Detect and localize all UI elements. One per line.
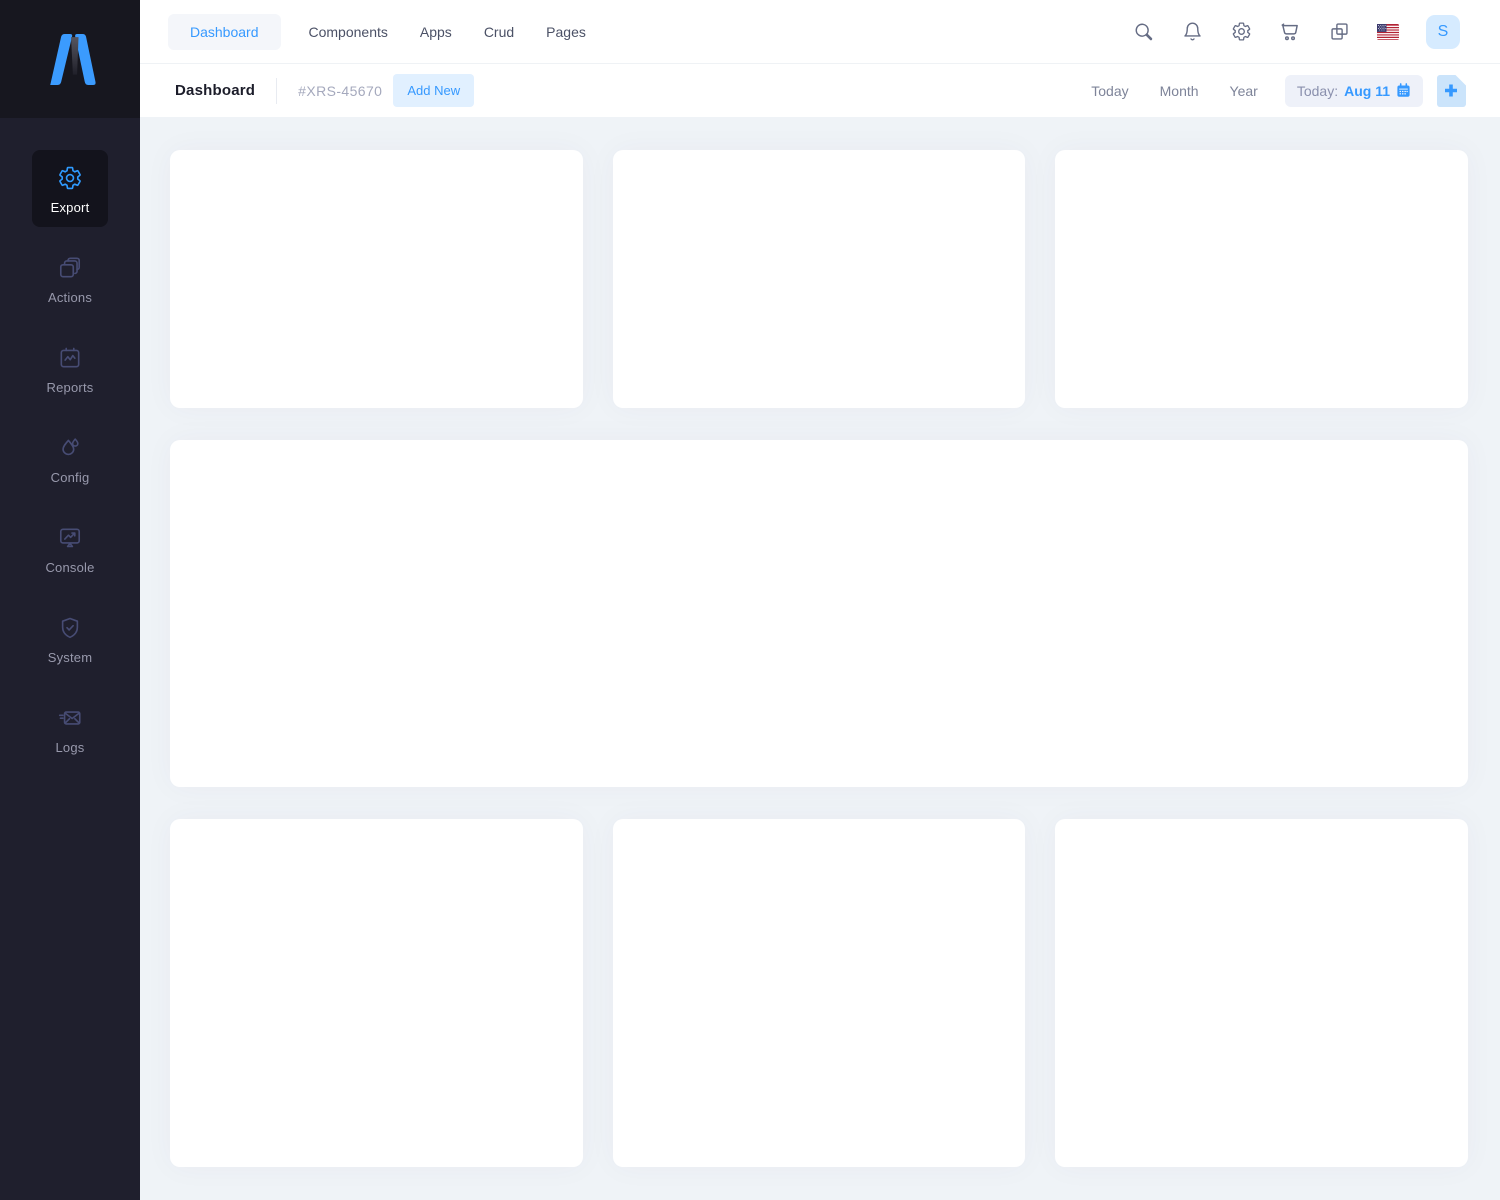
divider <box>276 78 277 104</box>
tab-components[interactable]: Components <box>305 14 392 50</box>
m-mark-logo <box>38 33 102 85</box>
sidebar-item-reports[interactable]: Reports <box>32 330 108 407</box>
sidebar-item-system[interactable]: System <box>32 600 108 677</box>
layers-copy-icon <box>57 254 84 281</box>
us-flag-icon[interactable] <box>1377 24 1399 40</box>
card <box>1055 819 1468 1167</box>
droplets-icon <box>57 434 84 461</box>
bottom-cards-row <box>170 819 1468 1167</box>
period-year[interactable]: Year <box>1230 83 1258 99</box>
tab-dashboard[interactable]: Dashboard <box>168 14 281 50</box>
sidebar-item-label: Config <box>51 470 90 485</box>
sidebar-item-actions[interactable]: Actions <box>32 240 108 317</box>
sidebar-item-console[interactable]: Console <box>32 510 108 587</box>
sidebar-item-logs[interactable]: Logs <box>32 690 108 767</box>
dashboard-content <box>140 117 1500 1200</box>
date-prefix-label: Today: <box>1297 83 1338 99</box>
sidebar-menu: Export Actions Reports <box>0 118 140 767</box>
chart-box-icon <box>57 344 84 371</box>
reference-code: #XRS-45670 <box>298 83 382 99</box>
card <box>1055 150 1468 408</box>
sidebar-item-export[interactable]: Export <box>32 150 108 227</box>
sidebar: Export Actions Reports <box>0 0 140 1200</box>
gear-icon[interactable] <box>1230 21 1252 43</box>
top-cards-row <box>170 150 1468 408</box>
sidebar-item-label: Actions <box>48 290 92 305</box>
card <box>170 819 583 1167</box>
main-nav-tabs: Dashboard Components Apps Crud Pages <box>168 14 590 50</box>
period-filter: Today Month Year <box>1091 83 1258 99</box>
sidebar-item-config[interactable]: Config <box>32 420 108 497</box>
bell-icon[interactable] <box>1181 21 1203 43</box>
sidebar-item-label: System <box>48 650 93 665</box>
calendar-icon <box>1396 83 1411 98</box>
send-mail-icon <box>57 704 84 731</box>
add-new-button[interactable]: Add New <box>393 74 474 107</box>
sidebar-item-label: Export <box>51 200 90 215</box>
user-avatar[interactable]: S <box>1426 15 1460 49</box>
card <box>613 819 1026 1167</box>
copy-windows-icon[interactable] <box>1328 21 1350 43</box>
date-picker-button[interactable]: Today: Aug 11 <box>1285 75 1423 107</box>
logo[interactable] <box>0 0 140 118</box>
cart-icon[interactable] <box>1279 21 1301 43</box>
tab-crud[interactable]: Crud <box>480 14 518 50</box>
sidebar-item-label: Logs <box>56 740 85 755</box>
sidebar-item-label: Console <box>45 560 94 575</box>
selected-date: Aug 11 <box>1344 83 1390 99</box>
shield-check-icon <box>57 614 84 641</box>
search-icon[interactable] <box>1132 21 1154 43</box>
card <box>170 150 583 408</box>
gear-icon <box>57 164 84 191</box>
card <box>613 150 1026 408</box>
page-toolbar: Dashboard #XRS-45670 Add New Today Month… <box>140 64 1500 117</box>
sidebar-item-label: Reports <box>47 380 94 395</box>
hero-card <box>170 440 1468 787</box>
period-today[interactable]: Today <box>1091 83 1128 99</box>
navbar-actions: S <box>1132 15 1460 49</box>
page-title: Dashboard <box>175 82 255 99</box>
tab-pages[interactable]: Pages <box>542 14 590 50</box>
monitor-chart-icon <box>57 524 84 551</box>
top-navbar: Dashboard Components Apps Crud Pages <box>140 0 1500 64</box>
period-month[interactable]: Month <box>1160 83 1199 99</box>
new-document-plus-icon[interactable] <box>1436 75 1466 107</box>
tab-apps[interactable]: Apps <box>416 14 456 50</box>
